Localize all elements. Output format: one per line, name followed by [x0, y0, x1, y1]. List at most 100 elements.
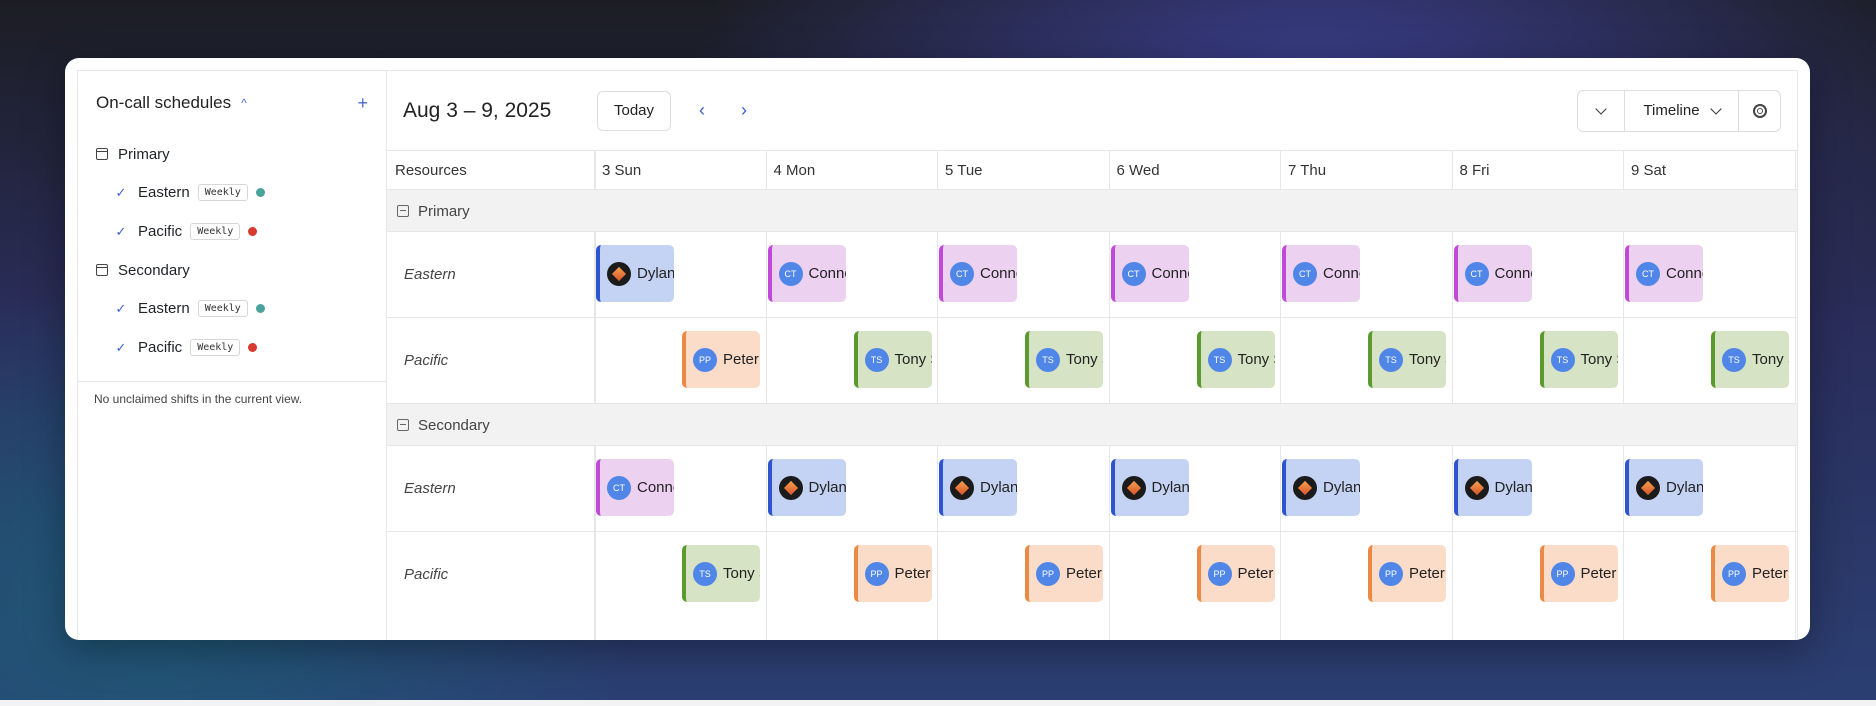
shift-assignee: Dylan — [1494, 479, 1532, 496]
group-label: Primary — [118, 145, 170, 163]
shift-assignee: Conno — [1666, 265, 1703, 282]
shift-assignee: Tony S — [894, 351, 932, 368]
shift-event[interactable]: TS Tony S — [1025, 331, 1103, 388]
chevron-down-icon — [1595, 102, 1607, 115]
shift-assignee: Peter I — [1409, 565, 1446, 582]
shift-event[interactable]: PP Peter I — [1368, 545, 1446, 602]
sidebar-group-secondary: Secondary — [78, 251, 386, 289]
shift-event[interactable]: CT Conno — [767, 245, 846, 302]
view-controls: Timeline — [1577, 89, 1781, 132]
timeline-main: Aug 3 – 9, 2025 Today ‹ › Timeline Resou… — [387, 71, 1797, 640]
collapse-caret-icon[interactable]: ^ — [241, 96, 247, 110]
avatar-logo-icon — [1293, 475, 1317, 500]
avatar-logo-icon — [1121, 475, 1146, 500]
collapse-minus-icon[interactable] — [397, 419, 409, 431]
avatar: CT — [778, 261, 803, 286]
today-button[interactable]: Today — [597, 90, 671, 131]
resource-row: Pacific PP Peter I TS Tony S TS Tony S TS Tony S… — [387, 317, 1797, 404]
resource-row: Eastern Dylan CT Conno CT Conno CT Conno CT Conno… — [387, 231, 1797, 318]
schedule-item[interactable]: ✓ Pacific Weekly — [78, 212, 386, 251]
day-header: 8 Fri — [1459, 162, 1490, 179]
schedule-item[interactable]: ✓ Pacific Weekly — [78, 328, 386, 367]
shift-event[interactable]: Dylan — [596, 245, 674, 302]
shift-event[interactable]: PP Peter I — [1539, 545, 1618, 602]
shift-event[interactable]: CT Conno — [1625, 245, 1703, 302]
avatar: CT — [1636, 261, 1660, 286]
shift-assignee: Peter P — [1752, 565, 1789, 582]
avatar: PP — [1036, 561, 1060, 586]
avatar: PP — [1722, 561, 1746, 586]
resources-header: Resources — [395, 162, 467, 179]
schedule-color-dot — [248, 343, 258, 352]
schedule-badge: Weekly — [190, 223, 241, 240]
calendar-icon — [96, 264, 108, 276]
shift-event[interactable]: PP Peter I — [853, 545, 932, 602]
resource-row: Eastern CT Conno Dylan Dylan Dylan Dylan Dylan D… — [387, 445, 1797, 532]
shift-assignee: Peter I — [723, 351, 760, 368]
prev-week-chevron-left-icon[interactable]: ‹ — [687, 100, 717, 121]
shift-event[interactable]: Dylan — [939, 459, 1017, 516]
shift-assignee: Peter I — [1066, 565, 1103, 582]
settings-button[interactable] — [1739, 89, 1781, 132]
check-icon[interactable]: ✓ — [114, 301, 128, 316]
avatar: PP — [864, 561, 889, 586]
shift-event[interactable]: Dylan — [1453, 459, 1532, 516]
day-header: 9 Sat — [1631, 162, 1667, 179]
scheduler-window: On-call schedules ^ + Primary ✓ Eastern … — [65, 58, 1810, 640]
expand-dropdown-button[interactable] — [1577, 89, 1625, 132]
shift-event[interactable]: TS Tony S — [682, 545, 760, 602]
shift-event[interactable]: PP Peter P — [1711, 545, 1789, 602]
collapse-minus-icon[interactable] — [397, 205, 409, 217]
shift-assignee: Tony S — [1066, 351, 1103, 368]
shift-event[interactable]: TS Tony S — [1196, 331, 1275, 388]
check-icon[interactable]: ✓ — [114, 224, 128, 239]
avatar: TS — [1036, 347, 1060, 372]
shift-assignee: Conno — [1494, 265, 1532, 282]
schedule-item[interactable]: ✓ Eastern Weekly — [78, 173, 386, 212]
shift-event[interactable]: CT Conno — [939, 245, 1017, 302]
shift-event[interactable]: TS Tony S — [853, 331, 932, 388]
view-select[interactable]: Timeline — [1625, 89, 1739, 132]
shift-event[interactable]: PP Peter I — [1025, 545, 1103, 602]
shift-assignee: Tony S — [1752, 351, 1789, 368]
shift-event[interactable]: TS Tony S — [1539, 331, 1618, 388]
shift-event[interactable]: CT Conno — [1282, 245, 1360, 302]
shift-assignee: Peter I — [894, 565, 932, 582]
shift-assignee: Tony S — [1580, 351, 1618, 368]
resource-row: Pacific TS Tony S PP Peter I PP Peter I PP Peter… — [387, 531, 1797, 618]
shift-event[interactable]: CT Conno — [596, 459, 674, 516]
shift-event[interactable]: Dylan — [1282, 459, 1360, 516]
avatar: CT — [1121, 261, 1146, 286]
avatar: PP — [1207, 561, 1232, 586]
section-header-primary[interactable]: Primary — [387, 189, 1797, 232]
day-header: 6 Wed — [1116, 162, 1160, 179]
shift-assignee: Conno — [1151, 265, 1189, 282]
shift-event[interactable]: Dylan — [767, 459, 846, 516]
shift-event[interactable]: Dylan — [1110, 459, 1189, 516]
schedule-item[interactable]: ✓ Eastern Weekly — [78, 289, 386, 328]
check-icon[interactable]: ✓ — [114, 340, 128, 355]
desktop-bottom-strip — [0, 700, 1876, 706]
shift-event[interactable]: TS Tony S — [1711, 331, 1789, 388]
sidebar-header: On-call schedules ^ + — [78, 71, 386, 135]
check-icon[interactable]: ✓ — [114, 185, 128, 200]
group-label: Secondary — [118, 261, 190, 279]
next-week-chevron-right-icon[interactable]: › — [729, 100, 759, 121]
shift-assignee: Tony S — [1237, 351, 1275, 368]
shift-assignee: Dylan — [1151, 479, 1189, 496]
section-header-secondary[interactable]: Secondary — [387, 403, 1797, 446]
add-schedule-button[interactable]: + — [357, 93, 368, 114]
schedule-color-dot — [255, 304, 265, 313]
avatar: CT — [950, 261, 974, 286]
shift-event[interactable]: CT Conno — [1110, 245, 1189, 302]
shift-assignee: Dylan — [1323, 479, 1360, 496]
shift-event[interactable]: Dylan — [1625, 459, 1703, 516]
calendar-icon — [96, 148, 108, 160]
resource-label: Pacific — [404, 566, 449, 583]
shift-event[interactable]: PP Peter I — [1196, 545, 1275, 602]
shift-event[interactable]: CT Conno — [1453, 245, 1532, 302]
unclaimed-shifts-note: No unclaimed shifts in the current view. — [94, 392, 303, 406]
avatar: CT — [1464, 261, 1489, 286]
shift-event[interactable]: TS Tony S — [1368, 331, 1446, 388]
shift-event[interactable]: PP Peter I — [682, 331, 760, 388]
